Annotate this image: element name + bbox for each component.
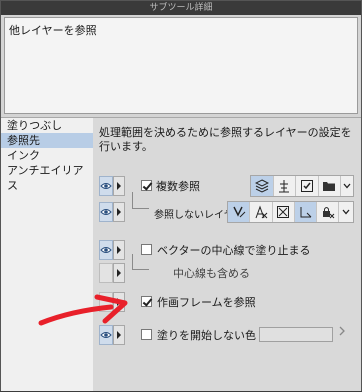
folder-icon[interactable] bbox=[319, 176, 342, 196]
edit-layer-icon[interactable] bbox=[273, 202, 295, 222]
sidebar-item-fill[interactable]: 塗りつぶし bbox=[1, 118, 93, 133]
sidebar-item-ink[interactable]: インク bbox=[1, 148, 93, 163]
ref-frame-checkbox[interactable] bbox=[141, 296, 152, 307]
no-fill-color-expand-arrow-icon[interactable] bbox=[113, 325, 125, 345]
ref-frame-expand-arrow-icon[interactable] bbox=[113, 292, 125, 312]
instruction-text: 処理範囲を決めるために参照するレイヤーの設定を行います。 bbox=[99, 126, 352, 153]
vector-stop-label: ベクターの中心線で塗り止まる bbox=[157, 244, 311, 257]
sidebar-item-antialias[interactable]: アンチエイリアス bbox=[1, 163, 93, 192]
multi-ref-label: 複数参照 bbox=[156, 180, 200, 193]
include-center-label: 中心線も含める bbox=[173, 267, 250, 280]
no-fill-color-label: 塗りを開始しない色 bbox=[157, 329, 256, 342]
ref-frame-eye-icon[interactable] bbox=[99, 292, 113, 312]
vector-stop-eye-icon[interactable] bbox=[99, 240, 113, 260]
no-ref-expand-arrow-icon[interactable] bbox=[113, 202, 125, 222]
no-ref-chevron-down-icon[interactable] bbox=[339, 202, 353, 222]
tree-connector-2 bbox=[132, 254, 149, 270]
vector-stop-expand-arrow-icon[interactable] bbox=[113, 240, 125, 260]
tree-connector bbox=[132, 192, 149, 209]
expand-arrow-icon[interactable] bbox=[113, 176, 125, 196]
description-box: 他レイヤーを参照 bbox=[4, 17, 358, 114]
selected-layers-icon[interactable] bbox=[296, 176, 319, 196]
color-list-chevron-right-icon[interactable] bbox=[339, 325, 345, 339]
draft-layer-icon[interactable] bbox=[228, 202, 251, 222]
include-center-expand-arrow-icon[interactable] bbox=[113, 263, 125, 283]
show-in-command-bar-eye-icon[interactable] bbox=[99, 176, 113, 196]
no-ref-layer-bar bbox=[227, 201, 354, 223]
settings-panel: 塗りつぶし 参照先 インク アンチエイリアス 処理範囲を決めるために参照するレイ… bbox=[1, 117, 361, 391]
description-text: 他レイヤーを参照 bbox=[9, 24, 97, 37]
paper-layer-icon[interactable] bbox=[294, 202, 318, 222]
all-layers-icon[interactable] bbox=[251, 176, 274, 196]
no-fill-color-checkbox[interactable] bbox=[141, 329, 152, 340]
window-title: サブツール詳細 bbox=[1, 1, 361, 15]
no-ref-layer-eye-icon[interactable] bbox=[99, 202, 113, 222]
sub-tool-detail-window: サブツール詳細 他レイヤーを参照 塗りつぶし 参照先 インク アンチエイリアス … bbox=[0, 0, 362, 391]
category-sidebar: 塗りつぶし 参照先 インク アンチエイリアス bbox=[1, 118, 93, 391]
sidebar-item-reference[interactable]: 参照先 bbox=[1, 133, 93, 148]
no-fill-color-eye-icon[interactable] bbox=[99, 325, 113, 345]
color-list-box[interactable] bbox=[259, 327, 333, 342]
reference-layer-icon[interactable] bbox=[274, 176, 297, 196]
multi-ref-checkbox[interactable] bbox=[141, 180, 152, 191]
include-center-eye-icon[interactable] bbox=[99, 263, 113, 283]
multi-ref-mode-bar bbox=[250, 175, 354, 197]
chevron-down-icon[interactable] bbox=[341, 176, 353, 196]
lock-layer-icon[interactable] bbox=[317, 202, 340, 222]
settings-content: 処理範囲を決めるために参照するレイヤーの設定を行います。 複数参照 参照しないレ… bbox=[93, 118, 361, 391]
text-layer-icon[interactable] bbox=[250, 202, 273, 222]
ref-frame-label: 作画フレームを参照 bbox=[157, 296, 256, 309]
